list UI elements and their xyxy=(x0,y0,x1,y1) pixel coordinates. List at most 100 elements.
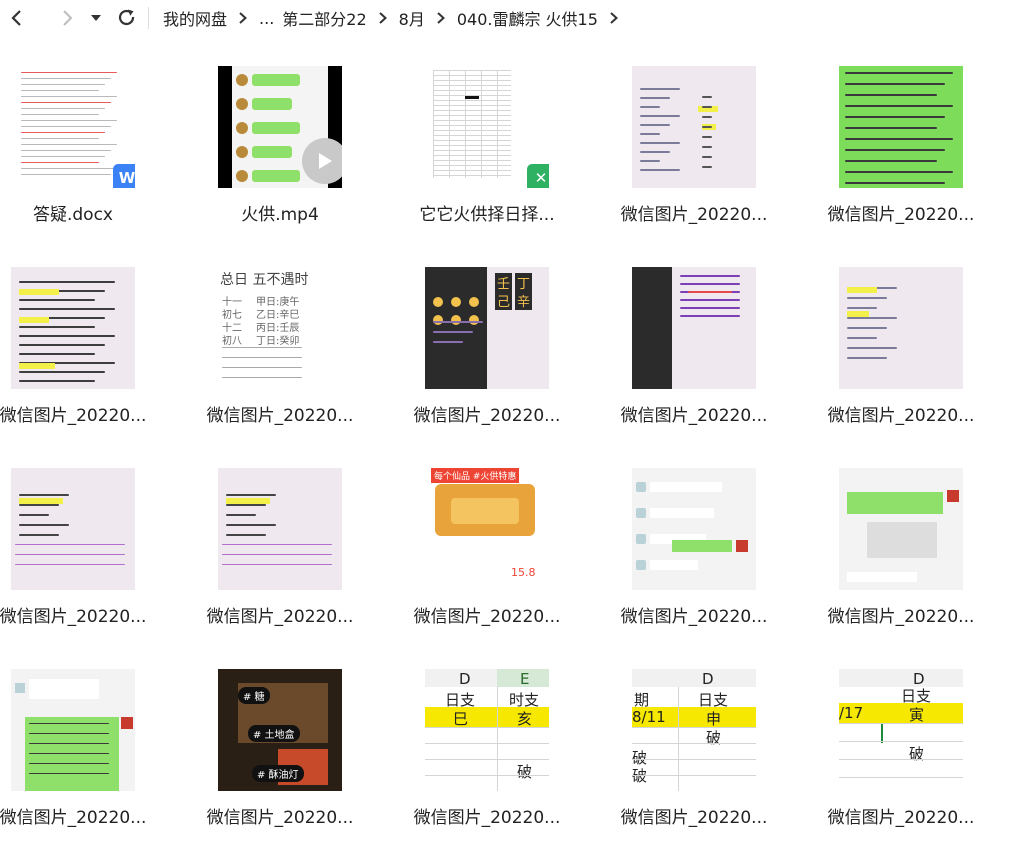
file-item[interactable]: 火供.mp4 xyxy=(180,60,380,240)
text-line xyxy=(19,299,95,301)
file-name: 微信图片_20220... xyxy=(206,406,354,426)
back-button[interactable] xyxy=(2,3,32,33)
file-item[interactable]: D E 日支 时支巳 亥破微信图片_20220... xyxy=(387,663,587,843)
thumb-text: 申 xyxy=(706,710,722,728)
forward-button[interactable] xyxy=(52,3,82,33)
file-name: 答疑.docx xyxy=(32,205,113,225)
grid-line xyxy=(433,120,511,121)
text-line xyxy=(21,78,111,79)
text-line xyxy=(702,166,712,168)
text-line xyxy=(680,315,740,317)
text-line xyxy=(19,514,49,516)
file-thumbnail: ✕ xyxy=(425,66,549,188)
avatar xyxy=(236,170,248,182)
thumb-text: 日支 xyxy=(698,691,729,709)
text-line xyxy=(21,126,111,127)
file-item[interactable]: 微信图片_20220... xyxy=(0,261,173,441)
thumb-text: 亥 xyxy=(517,710,533,728)
grid-line xyxy=(433,170,511,171)
text-line xyxy=(433,321,483,323)
play-icon[interactable] xyxy=(302,138,342,184)
breadcrumb-folder[interactable]: 040.雷麟宗 火供15 xyxy=(451,6,604,30)
breadcrumb-month[interactable]: 8月 xyxy=(393,6,431,30)
text-line xyxy=(845,171,953,173)
grid-line xyxy=(839,777,963,778)
file-item[interactable]: 微信图片_20220... xyxy=(594,261,794,441)
text-line xyxy=(845,138,953,140)
text-line xyxy=(29,723,109,724)
text-line xyxy=(222,564,332,565)
file-item[interactable]: 壬丁己辛微信图片_20220... xyxy=(387,261,587,441)
text-line xyxy=(640,97,670,99)
file-item[interactable]: D 日支/17 寅破微信图片_20220... xyxy=(801,663,1001,843)
avatar xyxy=(15,683,25,693)
grid-line xyxy=(433,160,511,161)
grid-line xyxy=(433,175,511,176)
refresh-button[interactable] xyxy=(112,3,142,33)
text-line xyxy=(222,544,332,545)
chat-bubble xyxy=(252,146,292,158)
chat-bubble xyxy=(650,560,698,570)
text-line xyxy=(845,94,937,96)
grid-line xyxy=(433,70,511,71)
file-item[interactable]: 微信图片_20220... xyxy=(0,462,173,642)
chevron-right-icon[interactable] xyxy=(607,11,621,25)
file-item[interactable]: W 答疑.docx xyxy=(0,60,173,240)
file-item[interactable]: 微信图片_20220... xyxy=(0,663,173,843)
dropdown-icon xyxy=(91,15,101,21)
chevron-right-icon[interactable] xyxy=(434,11,448,25)
text-line xyxy=(15,554,125,555)
text-line xyxy=(222,357,302,358)
file-thumbnail: D 期日支 8/11 申破破破 xyxy=(632,669,756,791)
chat-bubble xyxy=(252,98,292,110)
grid-line xyxy=(425,775,549,776)
file-item[interactable]: 微信图片_20220... xyxy=(801,60,1001,240)
back-icon xyxy=(11,10,21,26)
text-line xyxy=(688,291,732,293)
chevron-right-icon[interactable] xyxy=(236,11,250,25)
text-line xyxy=(21,84,105,85)
text-line xyxy=(19,504,59,506)
grid-line xyxy=(433,110,511,111)
breadcrumb-ellipsis[interactable]: ... xyxy=(253,9,280,28)
file-item[interactable]: ✕ 它它火供择日择... xyxy=(387,60,587,240)
thumb-text: D xyxy=(702,670,714,688)
file-item[interactable]: 微信图片_20220... xyxy=(801,462,1001,642)
thumb-text: 五不遇时 xyxy=(252,272,309,288)
chat-bubble xyxy=(650,508,714,518)
file-item[interactable]: 微信图片_20220... xyxy=(801,261,1001,441)
dot xyxy=(451,315,461,325)
file-thumbnail xyxy=(11,468,135,590)
text-line xyxy=(21,120,117,121)
file-item[interactable]: 微信图片_20220... xyxy=(594,462,794,642)
file-item[interactable]: D 期日支 8/11 申破破破微信图片_20220... xyxy=(594,663,794,843)
file-item[interactable]: # 土地盒 # 酥油灯 # 糖微信图片_20220... xyxy=(180,663,380,843)
file-item[interactable]: 每个仙品 #火供特惠 15.8 微信图片_20220... xyxy=(387,462,587,642)
file-name: 微信图片_20220... xyxy=(827,406,975,426)
text-line xyxy=(21,144,117,145)
grid-line xyxy=(433,140,511,141)
file-item[interactable]: 微信图片_20220... xyxy=(594,60,794,240)
product-image xyxy=(451,498,519,524)
text-line xyxy=(845,160,937,162)
text-line xyxy=(19,335,115,337)
file-thumbnail: W xyxy=(11,66,135,188)
file-item[interactable]: 总日 五不遇时 十一 甲日:庚午 初七 乙日:辛巳 十二 丙日:壬辰 初八 丁日:癸卯微信图片_… xyxy=(180,261,380,441)
dot xyxy=(433,315,443,325)
file-item[interactable]: 微信图片_20220... xyxy=(180,462,380,642)
text-line xyxy=(21,174,111,175)
text-line xyxy=(640,151,670,153)
text-line xyxy=(21,114,99,115)
history-dropdown-button[interactable] xyxy=(86,3,106,33)
text-line xyxy=(222,554,332,555)
chevron-right-icon[interactable] xyxy=(376,11,390,25)
chat-bubble xyxy=(847,492,943,514)
file-name: 微信图片_20220... xyxy=(620,406,768,426)
breadcrumb-root[interactable]: 我的网盘 xyxy=(157,6,233,30)
avatar xyxy=(636,560,646,570)
file-thumbnail: 总日 五不遇时 十一 甲日:庚午 初七 乙日:辛巳 十二 丙日:壬辰 初八 丁日:癸卯 xyxy=(218,267,342,389)
text-line xyxy=(21,72,117,73)
grid-line xyxy=(433,75,511,76)
breadcrumb-part[interactable]: 第二部分22 xyxy=(280,6,372,30)
text-line xyxy=(847,347,897,349)
